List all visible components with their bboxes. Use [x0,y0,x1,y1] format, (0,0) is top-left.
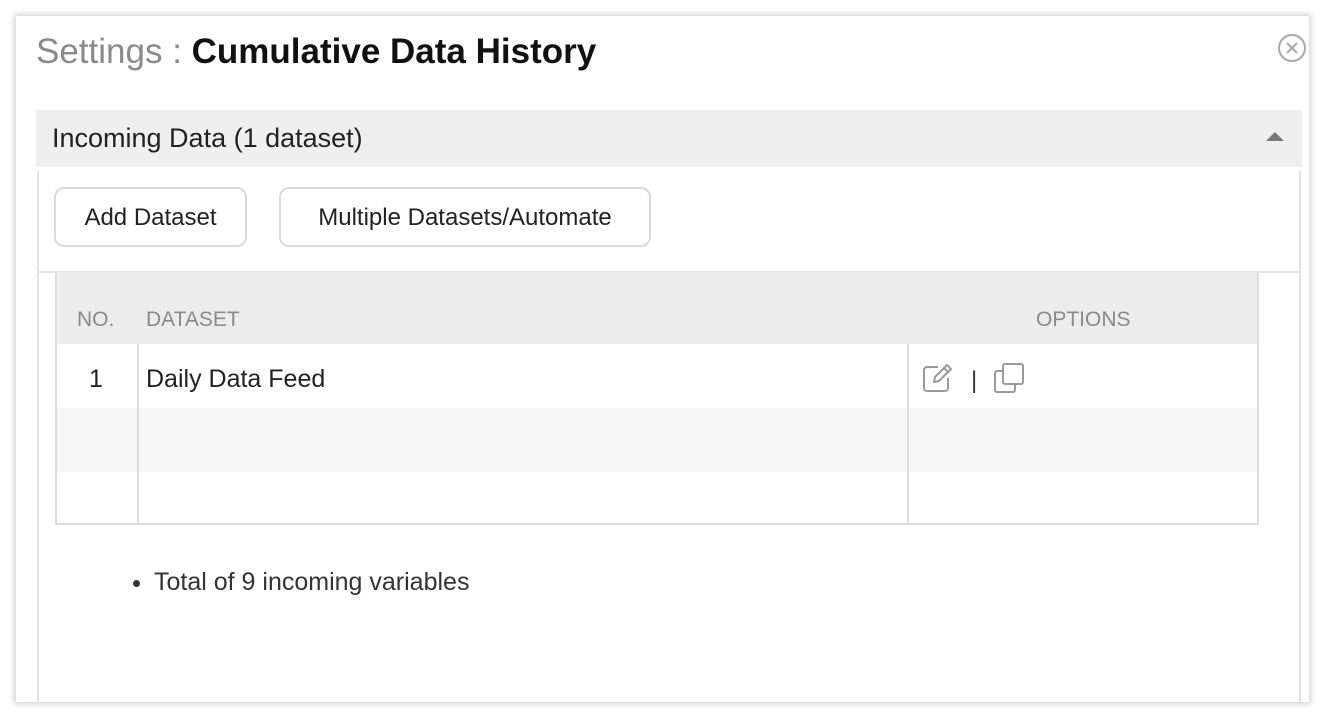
header-dataset: DATASET [146,308,240,331]
add-dataset-button[interactable]: Add Dataset [54,187,247,247]
dialog-title: Settings : Cumulative Data History [36,30,596,74]
incoming-data-header[interactable]: Incoming Data (1 dataset) [36,110,1302,167]
header-no: NO. [77,308,115,331]
summary-list: Total of 9 incoming variables [130,565,469,599]
row-options: | [921,362,1025,394]
table-row: 1 Daily Data Feed | [57,344,1257,408]
options-separator: | [971,367,978,394]
table-row-empty [57,472,1257,523]
copy-icon[interactable] [993,362,1025,394]
row-number: 1 [89,365,103,393]
close-icon[interactable] [1278,34,1306,62]
multiple-datasets-button[interactable]: Multiple Datasets/Automate [279,187,651,247]
settings-dialog: Settings : Cumulative Data History Incom… [16,16,1309,702]
dialog-title-name: Cumulative Data History [191,32,597,71]
table-row-empty [57,408,1257,472]
column-divider [137,344,139,523]
edit-icon[interactable] [921,362,953,394]
column-divider [907,344,909,523]
datasets-table: NO. DATASET OPTIONS 1 Daily Data Feed | [55,272,1259,525]
incoming-data-title: Incoming Data (1 dataset) [52,123,363,153]
dataset-name[interactable]: Daily Data Feed [146,344,325,408]
caret-up-icon[interactable] [1266,132,1284,141]
dialog-title-prefix: Settings : [36,32,192,71]
header-options: OPTIONS [1036,308,1131,331]
incoming-data-panel: Add Dataset Multiple Datasets/Automate N… [37,171,1301,702]
table-header: NO. DATASET OPTIONS [57,272,1257,344]
summary-item: Total of 9 incoming variables [154,565,469,599]
